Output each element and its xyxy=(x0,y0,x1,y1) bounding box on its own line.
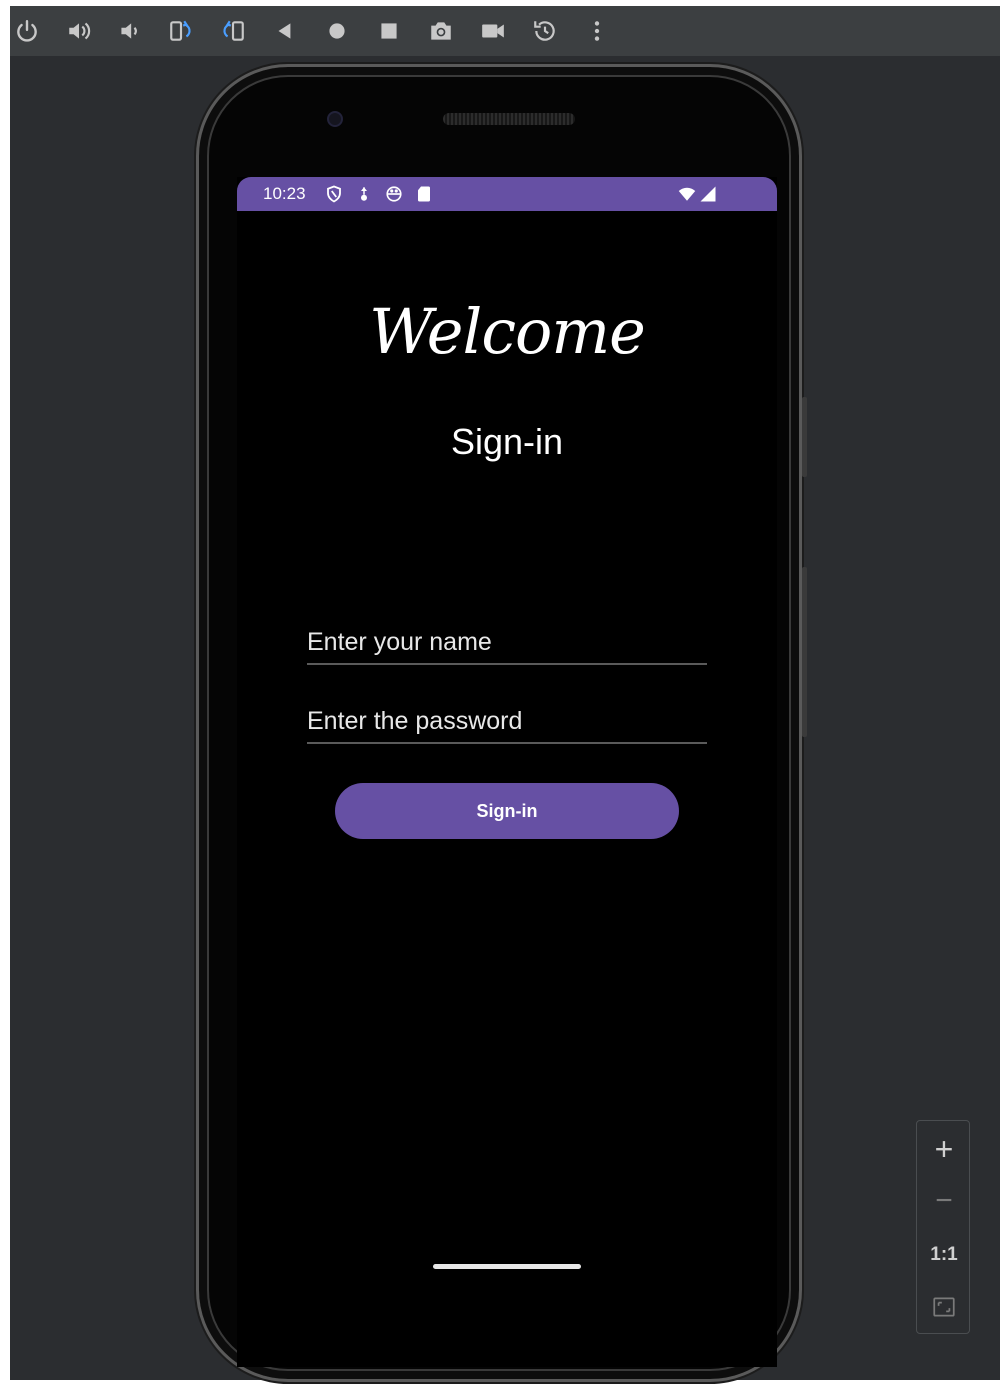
home-circle-icon xyxy=(329,23,345,39)
wifi-icon xyxy=(678,187,696,201)
status-time: 10:23 xyxy=(263,184,306,203)
fit-screen-icon xyxy=(933,1297,955,1317)
history-icon xyxy=(534,21,555,41)
volume-up-icon xyxy=(69,22,91,40)
rotate-left-icon xyxy=(170,20,191,41)
actual-size-button[interactable]: 1:1 xyxy=(917,1231,971,1279)
back-triangle-icon xyxy=(278,23,291,39)
zoom-out-button[interactable]: − xyxy=(917,1177,971,1225)
signin-heading: Sign-in xyxy=(450,421,564,462)
emulator-toolbar xyxy=(10,6,1000,56)
gesture-home-indicator[interactable] xyxy=(433,1264,581,1269)
status-bar: 10:23 xyxy=(237,177,777,211)
phone-side-button-volume xyxy=(802,567,807,737)
volume-down-button[interactable] xyxy=(112,14,146,48)
rotate-left-button[interactable] xyxy=(164,14,198,48)
password-field[interactable] xyxy=(307,696,707,744)
video-camera-icon xyxy=(482,24,504,38)
signin-button[interactable]: Sign-in xyxy=(335,783,679,839)
signal-icon xyxy=(700,186,716,202)
sd-card-icon xyxy=(418,186,430,202)
more-options-button[interactable] xyxy=(580,14,614,48)
password-input[interactable] xyxy=(307,696,707,742)
welcome-title: Welcome xyxy=(369,295,646,368)
emulator-window: 10:23 Welcome Sign-in Sign-in + − 1:1 xyxy=(10,6,1000,1382)
home-button[interactable] xyxy=(320,14,354,48)
power-icon xyxy=(17,20,37,42)
screen-record-button[interactable] xyxy=(476,14,510,48)
rotate-right-icon xyxy=(223,20,244,41)
camera-icon xyxy=(431,22,451,40)
zoom-controls: + − 1:1 xyxy=(916,1120,970,1334)
overview-button[interactable] xyxy=(372,14,406,48)
name-input[interactable] xyxy=(307,617,707,663)
front-camera xyxy=(327,111,343,127)
fit-screen-button[interactable] xyxy=(917,1283,971,1331)
android-face-icon xyxy=(386,186,402,202)
phone-frame: 10:23 Welcome Sign-in Sign-in xyxy=(196,64,807,1382)
overview-square-icon xyxy=(381,23,397,39)
more-vertical-icon xyxy=(594,21,600,41)
name-field[interactable] xyxy=(307,617,707,665)
volume-up-button[interactable] xyxy=(62,14,96,48)
phone-side-button-power xyxy=(802,397,807,477)
snapshot-button[interactable] xyxy=(528,14,562,48)
rotate-right-button[interactable] xyxy=(216,14,250,48)
zoom-in-button[interactable]: + xyxy=(917,1125,971,1173)
power-button[interactable] xyxy=(10,14,44,48)
screenshot-button[interactable] xyxy=(424,14,458,48)
shield-icon xyxy=(327,185,341,203)
phone-screen: 10:23 Welcome Sign-in Sign-in xyxy=(237,177,777,1367)
earpiece-speaker xyxy=(443,113,575,125)
usb-debug-icon xyxy=(361,187,367,201)
volume-down-icon xyxy=(121,23,137,39)
back-button[interactable] xyxy=(268,14,302,48)
